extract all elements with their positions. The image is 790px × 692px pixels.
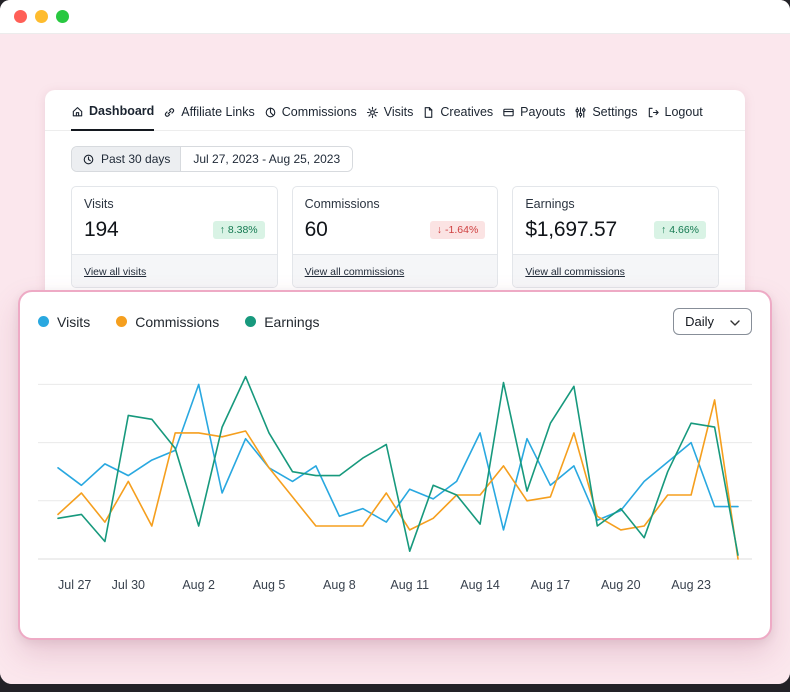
line-chart: Jul 27 Jul 30 Aug 2 Aug 5 Aug 8 Aug 11 Aug 14 A… bbox=[38, 349, 752, 605]
legend-label: Visits bbox=[57, 314, 90, 330]
date-range-control: Past 30 days Jul 27, 2023 - Aug 25, 2023 bbox=[71, 146, 353, 172]
svg-text:Aug 5: Aug 5 bbox=[253, 578, 286, 592]
chart-legend: Visits Commissions Earnings bbox=[38, 314, 319, 330]
minimize-button[interactable] bbox=[35, 10, 48, 23]
nav-item-visits[interactable]: Visits bbox=[366, 105, 414, 130]
app-window: Dashboard Affiliate Links Commissions Vi… bbox=[0, 0, 790, 684]
nav-item-label: Payouts bbox=[520, 105, 565, 119]
svg-text:Aug 2: Aug 2 bbox=[182, 578, 215, 592]
pie-chart-icon bbox=[264, 106, 277, 119]
stat-value: 60 bbox=[305, 218, 328, 242]
trend-arrow-icon: ↓ bbox=[437, 224, 442, 236]
svg-text:Aug 20: Aug 20 bbox=[601, 578, 641, 592]
nav-item-label: Settings bbox=[592, 105, 637, 119]
nav-item-label: Logout bbox=[665, 105, 703, 119]
stat-value: $1,697.57 bbox=[525, 218, 617, 242]
stat-change-badge: ↑ 8.38% bbox=[213, 221, 265, 239]
date-filter-row: Past 30 days Jul 27, 2023 - Aug 25, 2023 bbox=[71, 146, 719, 172]
date-range-display[interactable]: Jul 27, 2023 - Aug 25, 2023 bbox=[181, 147, 352, 171]
stat-label: Visits bbox=[84, 197, 265, 211]
sun-icon bbox=[366, 106, 379, 119]
svg-text:Aug 23: Aug 23 bbox=[671, 578, 711, 592]
interval-select-value: Daily bbox=[685, 314, 714, 329]
svg-text:Aug 17: Aug 17 bbox=[531, 578, 571, 592]
stats-row: Visits 194 ↑ 8.38% View all visits bbox=[71, 186, 719, 288]
nav-item-label: Dashboard bbox=[89, 104, 154, 118]
legend-dot bbox=[38, 316, 49, 327]
view-all-earnings-link[interactable]: View all commissions bbox=[525, 266, 625, 278]
page-background: Dashboard Affiliate Links Commissions Vi… bbox=[0, 34, 790, 684]
stat-change-value: 8.38% bbox=[228, 224, 258, 236]
home-icon bbox=[71, 105, 84, 118]
stat-change-badge: ↑ 4.66% bbox=[654, 221, 706, 239]
legend-label: Commissions bbox=[135, 314, 219, 330]
date-range-text: Jul 27, 2023 - Aug 25, 2023 bbox=[193, 152, 340, 166]
legend-dot bbox=[245, 316, 256, 327]
nav-item-affiliate-links[interactable]: Affiliate Links bbox=[163, 105, 254, 130]
nav-item-label: Creatives bbox=[440, 105, 493, 119]
interval-select[interactable]: Daily bbox=[673, 308, 752, 335]
legend-item-visits[interactable]: Visits bbox=[38, 314, 90, 330]
stat-card: Visits 194 ↑ 8.38% View all visits bbox=[71, 186, 278, 288]
logout-icon bbox=[647, 106, 660, 119]
stat-label: Earnings bbox=[525, 197, 706, 211]
legend-dot bbox=[116, 316, 127, 327]
credit-card-icon bbox=[502, 106, 515, 119]
trend-arrow-icon: ↑ bbox=[220, 224, 225, 236]
nav-item-label: Visits bbox=[384, 105, 414, 119]
main-nav: Dashboard Affiliate Links Commissions Vi… bbox=[45, 90, 745, 131]
stat-card: Commissions 60 ↓ -1.64% View all commiss… bbox=[292, 186, 499, 288]
legend-item-earnings[interactable]: Earnings bbox=[245, 314, 319, 330]
stat-value: 194 bbox=[84, 218, 118, 242]
nav-item-payouts[interactable]: Payouts bbox=[502, 105, 565, 130]
link-icon bbox=[163, 106, 176, 119]
stat-card: Earnings $1,697.57 ↑ 4.66% View all comm… bbox=[512, 186, 719, 288]
nav-item-commissions[interactable]: Commissions bbox=[264, 105, 357, 130]
stat-label: Commissions bbox=[305, 197, 486, 211]
nav-item-label: Affiliate Links bbox=[181, 105, 254, 119]
stat-change-value: -1.64% bbox=[445, 224, 478, 236]
svg-text:Aug 11: Aug 11 bbox=[390, 578, 429, 592]
nav-item-logout[interactable]: Logout bbox=[647, 105, 703, 130]
svg-text:Jul 30: Jul 30 bbox=[112, 578, 145, 592]
close-button[interactable] bbox=[14, 10, 27, 23]
document-icon bbox=[422, 106, 435, 119]
chevron-down-icon bbox=[730, 314, 740, 329]
svg-text:Aug 8: Aug 8 bbox=[323, 578, 356, 592]
chart-area: Jul 27 Jul 30 Aug 2 Aug 5 Aug 8 Aug 11 Aug 14 A… bbox=[38, 349, 752, 605]
zoom-button[interactable] bbox=[56, 10, 69, 23]
date-preset-label: Past 30 days bbox=[101, 152, 170, 166]
legend-item-commissions[interactable]: Commissions bbox=[116, 314, 219, 330]
chart-panel: Visits Commissions Earnings Daily bbox=[18, 290, 772, 640]
legend-label: Earnings bbox=[264, 314, 319, 330]
nav-item-dashboard[interactable]: Dashboard bbox=[71, 104, 154, 131]
nav-item-label: Commissions bbox=[282, 105, 357, 119]
nav-item-settings[interactable]: Settings bbox=[574, 105, 637, 130]
date-preset-button[interactable]: Past 30 days bbox=[72, 147, 181, 171]
view-all-visits-link[interactable]: View all visits bbox=[84, 266, 146, 278]
history-clock-icon bbox=[82, 153, 95, 166]
svg-text:Aug 14: Aug 14 bbox=[460, 578, 500, 592]
chart-panel-header: Visits Commissions Earnings Daily bbox=[38, 308, 752, 335]
stat-change-value: 4.66% bbox=[669, 224, 699, 236]
stat-change-badge: ↓ -1.64% bbox=[430, 221, 486, 239]
nav-item-creatives[interactable]: Creatives bbox=[422, 105, 493, 130]
trend-arrow-icon: ↑ bbox=[661, 224, 666, 236]
window-titlebar bbox=[0, 0, 790, 34]
svg-text:Jul 27: Jul 27 bbox=[58, 578, 91, 592]
view-all-commissions-link[interactable]: View all commissions bbox=[305, 266, 405, 278]
sliders-icon bbox=[574, 106, 587, 119]
